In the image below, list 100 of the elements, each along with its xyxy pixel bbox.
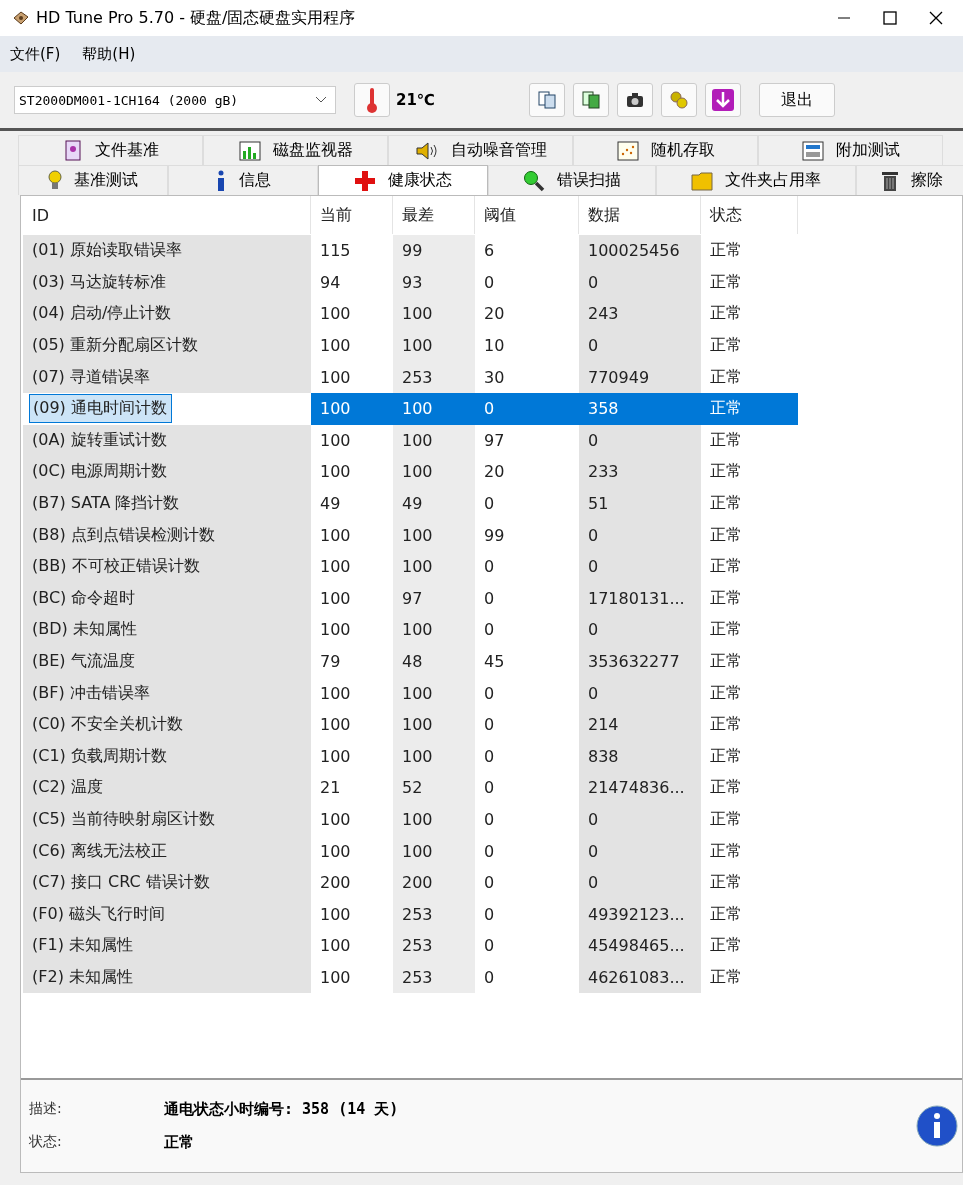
table-cell-text: 正常	[709, 744, 743, 767]
table-row[interactable]: (C1) 负载周期计数 100 100 0 838 正常	[23, 740, 962, 773]
table-cell-text: 100	[319, 840, 352, 863]
column-header[interactable]: 状态	[701, 196, 798, 234]
table-row[interactable]: (0A) 旋转重试计数 100 100 97 0 正常	[23, 424, 962, 457]
table-cell-text: 0	[483, 587, 496, 610]
drive-dropdown[interactable]: ST2000DM001-1CH164 (2000 gB)	[14, 86, 336, 114]
menu-item[interactable]: 帮助(H)	[78, 42, 140, 66]
thermometer-icon[interactable]	[354, 83, 390, 117]
table-row[interactable]: (09) 通电时间计数 100 100 0 358 正常	[23, 392, 962, 425]
table-cell: 0	[579, 614, 701, 646]
table-cell: (BB) 不可校正错误计数	[23, 550, 311, 583]
table-row[interactable]: (0C) 电源周期计数 100 100 20 233 正常	[23, 456, 962, 488]
table-cell: 0	[579, 329, 701, 362]
table-row[interactable]: (BD) 未知属性 100 100 0 0 正常	[23, 614, 962, 646]
table-cell-text: 100	[319, 587, 352, 610]
table-cell: (F0) 磁头飞行时间	[23, 898, 311, 931]
table-cell: (C0) 不安全关机计数	[23, 708, 311, 741]
table-cell-text: 0	[483, 840, 496, 863]
chevron-icon	[315, 96, 327, 104]
tab[interactable]: 自动噪音管理	[388, 135, 573, 165]
table-cell: 100	[393, 740, 475, 773]
table-cell: 99	[393, 235, 475, 267]
table-cell-text: 20	[483, 303, 506, 326]
table-row[interactable]: (F0) 磁头飞行时间 100 253 0 49392123... 正常	[23, 898, 962, 931]
table-cell-text: 100	[319, 935, 352, 958]
table-row[interactable]: (B7) SATA 降挡计数 49 49 0 51 正常	[23, 487, 962, 520]
table-cell: (BC) 命令超时	[23, 582, 311, 615]
download-icon[interactable]	[705, 83, 742, 117]
table-cell: 100	[393, 424, 475, 457]
table-row[interactable]: (C5) 当前待映射扇区计数 100 100 0 0 正常	[23, 803, 962, 836]
table-row[interactable]: (C7) 接口 CRC 错误计数 200 200 0 0 正常	[23, 866, 962, 899]
table-cell: 100	[311, 392, 393, 425]
table-cell: 0	[579, 519, 701, 551]
table-row[interactable]: (03) 马达旋转标准 94 93 0 0 正常	[23, 266, 962, 299]
tab[interactable]: 文件基准	[18, 135, 203, 165]
window-title: HD Tune Pro 5.70 - 硬盘/固态硬盘实用程序	[36, 7, 357, 29]
tab[interactable]: 健康状态	[318, 165, 488, 195]
table-cell: (BE) 气流温度	[23, 645, 311, 678]
table-row[interactable]: (C6) 离线无法校正 100 100 0 0 正常	[23, 835, 962, 867]
table-row[interactable]: (BE) 气流温度 79 48 45 353632277 正常	[23, 645, 962, 678]
table-cell-text: 100	[319, 524, 352, 547]
camera-icon[interactable]	[617, 83, 654, 117]
gears-icon[interactable]	[661, 83, 698, 117]
table-row[interactable]: (04) 启动/停止计数 100 100 20 243 正常	[23, 298, 962, 330]
table-row[interactable]: (BB) 不可校正错误计数 100 100 0 0 正常	[23, 550, 962, 583]
table-row[interactable]: (C0) 不安全关机计数 100 100 0 214 正常	[23, 708, 962, 741]
table-cell: 100	[393, 708, 475, 741]
exit-button[interactable]: 退出	[759, 83, 836, 117]
table-cell-text: 0	[483, 682, 496, 705]
table-cell-text: 0	[483, 619, 496, 642]
menu-item[interactable]: 文件(F)	[6, 42, 65, 66]
table-cell: 838	[579, 740, 701, 773]
detail-value: 正常	[164, 1133, 194, 1152]
copy-icon[interactable]	[529, 83, 566, 117]
speaker-icon	[414, 140, 439, 161]
table-cell: (01) 原始读取错误率	[23, 235, 311, 267]
column-header[interactable]: 阈值	[475, 196, 579, 234]
table-cell-text: 正常	[709, 586, 743, 609]
tab[interactable]: 磁盘监视器	[203, 135, 388, 165]
table-cell: (B8) 点到点错误检测计数	[23, 519, 311, 551]
copy-icon[interactable]	[573, 83, 610, 117]
table-row[interactable]: (BF) 冲击错误率 100 100 0 0 正常	[23, 677, 962, 709]
column-header[interactable]: 最差	[393, 196, 475, 234]
table-cell-text: 正常	[709, 555, 743, 578]
tab[interactable]: 错误扫描	[488, 165, 656, 195]
table-cell: (C2) 温度	[23, 772, 311, 804]
table-cell: 214	[579, 708, 701, 741]
table-cell: (C1) 负载周期计数	[23, 740, 311, 773]
column-header[interactable]: ID	[23, 196, 311, 234]
table-cell-text: 30	[483, 366, 506, 389]
table-cell: 100	[393, 835, 475, 867]
table-cell: 353632277	[579, 645, 701, 678]
table-cell: 233	[579, 456, 701, 488]
table-row[interactable]: (07) 寻道错误率 100 253 30 770949 正常	[23, 361, 962, 393]
column-header[interactable]: 当前	[311, 196, 393, 234]
detail-value: 通电状态小时编号: 358 (14 天)	[164, 1100, 399, 1119]
table-cell: 51	[579, 487, 701, 520]
tab[interactable]: 随机存取	[573, 135, 758, 165]
table-cell: (07) 寻道错误率	[23, 361, 311, 393]
table-cell: 200	[393, 866, 475, 899]
table-cell-text: 正常	[709, 302, 743, 325]
table-row[interactable]: (C2) 温度 21 52 0 21474836... 正常	[23, 772, 962, 804]
table-cell: 253	[393, 361, 475, 393]
table-row[interactable]: (05) 重新分配扇区计数 100 100 10 0 正常	[23, 329, 962, 362]
table-row[interactable]: (F2) 未知属性 100 253 0 46261083... 正常	[23, 961, 962, 994]
tab[interactable]: 信息	[168, 165, 318, 195]
info-icon[interactable]	[916, 1105, 958, 1147]
table-cell: 正常	[701, 392, 798, 425]
table-row[interactable]: (BC) 命令超时 100 97 0 17180131... 正常	[23, 582, 962, 615]
table-row[interactable]: (B8) 点到点错误检测计数 100 100 99 0 正常	[23, 519, 962, 551]
tab[interactable]: 附加测试	[758, 135, 943, 165]
tab[interactable]: 文件夹占用率	[656, 165, 856, 195]
column-header[interactable]: 数据	[579, 196, 701, 234]
tab[interactable]: 基准测试	[18, 165, 168, 195]
table-cell-text: 100	[319, 335, 352, 358]
table-row[interactable]: (01) 原始读取错误率 115 99 6 100025456 正常	[23, 235, 962, 267]
table-cell-text: 0	[483, 714, 496, 737]
table-row[interactable]: (F1) 未知属性 100 253 0 45498465... 正常	[23, 930, 962, 962]
tab[interactable]: 擦除	[856, 165, 963, 195]
